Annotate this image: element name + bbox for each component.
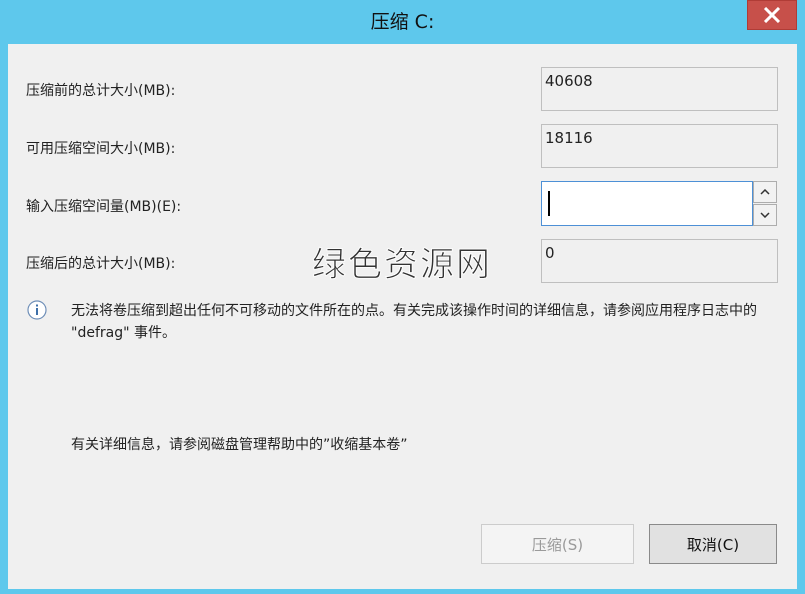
help-message: 有关详细信息，请参阅磁盘管理帮助中的”收缩基本卷” (71, 437, 408, 453)
close-icon (763, 7, 781, 23)
watermark-logo: 绿色资源网 (312, 245, 492, 286)
shrink-amount-label: 输入压缩空间量(MB)(E): (26, 199, 182, 215)
shrink-amount-spinner[interactable] (753, 181, 777, 226)
cancel-button[interactable]: 取消(C) (649, 524, 777, 564)
total-before-label: 压缩前的总计大小(MB): (26, 83, 176, 99)
spin-up-button[interactable] (753, 181, 777, 203)
text-caret (548, 191, 550, 216)
shrink-button[interactable]: 压缩(S) (481, 524, 634, 564)
total-after-label: 压缩后的总计大小(MB): (26, 256, 176, 272)
close-button[interactable] (747, 0, 797, 30)
chevron-down-icon (760, 212, 770, 218)
shrink-amount-input-box[interactable] (541, 181, 753, 226)
total-before-value: 40608 (541, 67, 778, 111)
total-after-value: 0 (541, 239, 778, 283)
dialog-body: 压缩前的总计大小(MB): 40608 可用压缩空间大小(MB): 18116 … (8, 44, 797, 589)
info-message: 无法将卷压缩到超出任何不可移动的文件所在的点。有关完成该操作时间的详细信息，请参… (71, 303, 757, 341)
info-icon (26, 299, 48, 321)
spin-down-button[interactable] (753, 204, 777, 226)
available-space-value: 18116 (541, 124, 778, 168)
available-space-label: 可用压缩空间大小(MB): (26, 141, 176, 157)
window-title: 压缩 C: (370, 11, 435, 33)
chevron-up-icon (760, 189, 770, 195)
shrink-amount-input[interactable] (542, 182, 752, 225)
